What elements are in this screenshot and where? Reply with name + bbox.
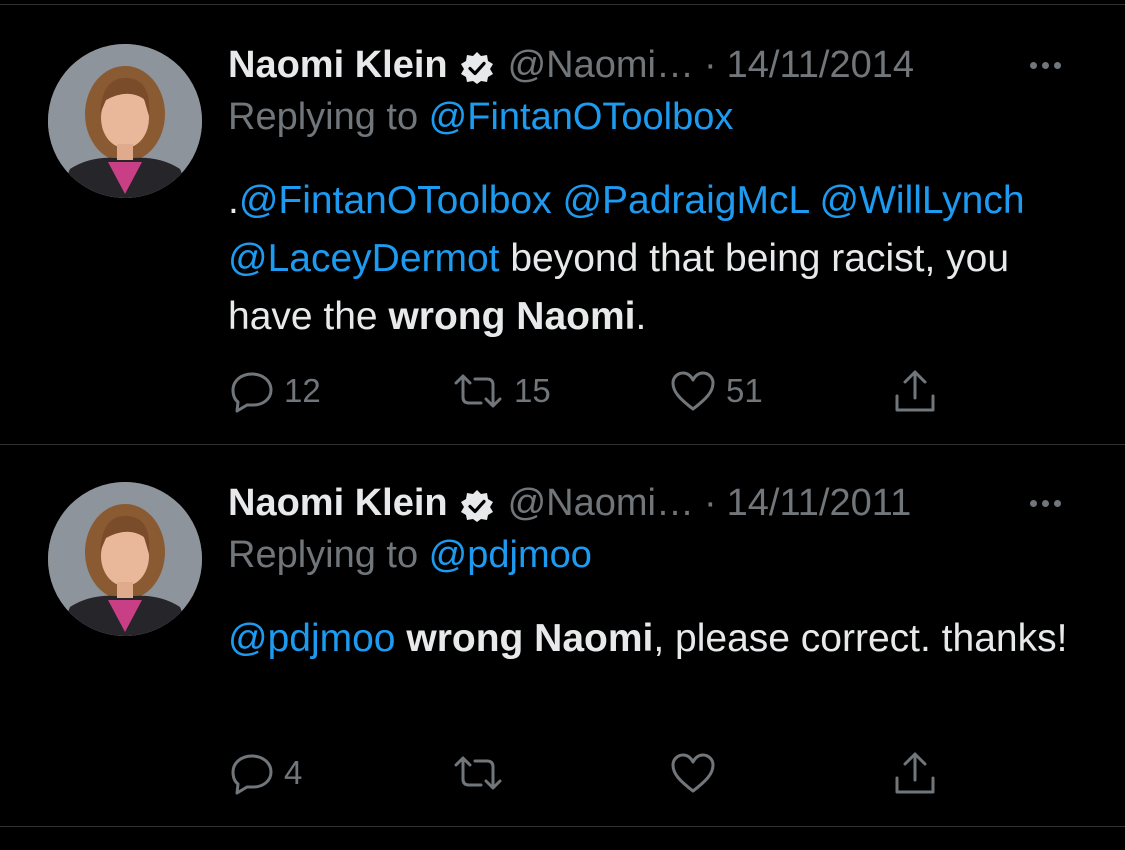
tweet-text: @pdjmoo wrong Naomi, please correct. tha…: [228, 610, 1078, 668]
more-dots-icon[interactable]: [1030, 478, 1066, 528]
avatar[interactable]: [48, 482, 202, 636]
replying-prefix: Replying to: [228, 534, 429, 576]
reply-button[interactable]: 4: [228, 748, 302, 798]
separator-dot: ·: [704, 44, 717, 86]
action-bar: 12 15 51: [228, 366, 958, 416]
text-segment: , please correct. thanks!: [653, 617, 1068, 660]
tweet-header: Naomi Klein @Naomi… · 14/11/2014: [228, 40, 914, 90]
mention-link[interactable]: @FintanOToolbox: [239, 179, 552, 222]
author-name[interactable]: Naomi Klein: [228, 40, 448, 90]
text-lead: .: [228, 179, 239, 222]
retweet-arrows-icon: [454, 374, 502, 408]
author-name[interactable]: Naomi Klein: [228, 478, 448, 528]
tweet-date[interactable]: 14/11/2011: [727, 478, 912, 528]
reply-count: 4: [284, 754, 303, 791]
text-segment: [396, 617, 407, 660]
verified-badge-icon: [460, 48, 494, 84]
author-handle[interactable]: @Naomi…: [508, 40, 694, 90]
avatar[interactable]: [48, 44, 202, 198]
tweet-text: .@FintanOToolbox @PadraigMcL @WillLynch …: [228, 172, 1078, 346]
heart-icon: [671, 371, 715, 411]
mention-link[interactable]: @PadraigMcL: [562, 179, 808, 222]
retweet-button[interactable]: [450, 748, 514, 798]
replying-to-mention[interactable]: @FintanOToolbox: [429, 96, 734, 138]
reply-bubble-icon: [231, 754, 273, 795]
top-divider: [0, 4, 1125, 5]
bold-text: wrong Naomi: [388, 295, 636, 338]
like-button[interactable]: [668, 748, 726, 798]
tweet-2[interactable]: Naomi Klein @Naomi… · 14/11/2011 Replyin…: [0, 478, 1125, 818]
verified-badge-icon: [460, 486, 494, 522]
share-upload-icon: [895, 752, 935, 794]
tweet-1[interactable]: Naomi Klein @Naomi… · 14/11/2014 Replyin…: [0, 40, 1125, 440]
like-button[interactable]: 51: [668, 366, 763, 416]
replying-to: Replying to @pdjmoo: [228, 530, 592, 580]
retweet-arrows-icon: [454, 756, 502, 790]
like-count: 51: [726, 372, 763, 409]
mention-link[interactable]: @WillLynch: [820, 179, 1025, 222]
replying-to: Replying to @FintanOToolbox: [228, 92, 733, 142]
replying-to-mention[interactable]: @pdjmoo: [429, 534, 592, 576]
bold-text: wrong Naomi: [406, 617, 654, 660]
heart-icon: [671, 753, 715, 793]
retweet-count: 15: [514, 372, 551, 409]
share-button[interactable]: [890, 366, 940, 416]
bottom-divider: [0, 826, 1125, 827]
separator-dot: ·: [704, 482, 717, 524]
mention-link[interactable]: @pdjmoo: [228, 617, 396, 660]
reply-count: 12: [284, 372, 321, 409]
reply-bubble-icon: [231, 372, 273, 413]
author-handle[interactable]: @Naomi…: [508, 478, 694, 528]
share-button[interactable]: [890, 748, 940, 798]
tweet-divider: [0, 444, 1125, 445]
replying-prefix: Replying to: [228, 96, 429, 138]
action-bar: 4: [228, 748, 958, 798]
retweet-button[interactable]: 15: [450, 366, 551, 416]
share-upload-icon: [895, 370, 935, 412]
tweet-date[interactable]: 14/11/2014: [727, 40, 914, 90]
reply-button[interactable]: 12: [228, 366, 321, 416]
mention-link[interactable]: @LaceyDermot: [228, 237, 500, 280]
more-dots-icon[interactable]: [1030, 40, 1066, 90]
text-segment: .: [635, 295, 647, 338]
tweet-header: Naomi Klein @Naomi… · 14/11/2011: [228, 478, 911, 528]
